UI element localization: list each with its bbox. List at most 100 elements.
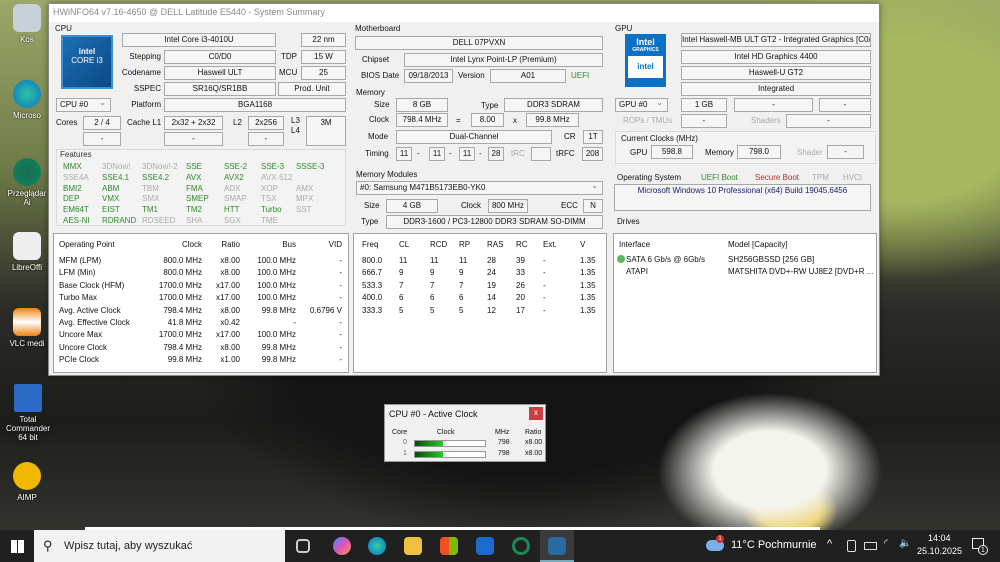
feature-sha: SHA (186, 216, 203, 225)
spd-cell: 1.35 (580, 280, 596, 290)
memory-mode-label: Mode (368, 132, 389, 141)
copilot-icon[interactable] (333, 537, 351, 555)
desktop-icon-recycle-bin[interactable]: Kos (4, 4, 50, 44)
spd-cell: 1.35 (580, 268, 596, 278)
trc-value (531, 147, 551, 161)
volume-icon[interactable]: 🔈 (899, 538, 911, 549)
op-cell: 100.0 MHz (257, 293, 296, 303)
clock-time[interactable]: 14:04 (928, 533, 951, 543)
outlook-icon[interactable] (476, 537, 494, 555)
spd-cell: 5 (459, 305, 464, 315)
stepping-label: Stepping (129, 52, 161, 61)
aimp-icon (13, 462, 41, 490)
op-cell: 0.6796 V (309, 305, 342, 315)
op-header-3[interactable]: Bus (282, 240, 296, 249)
file-explorer-icon[interactable] (404, 537, 422, 555)
microsoft-store-icon[interactable] (440, 537, 458, 555)
spd-header-6[interactable]: Ext. (543, 240, 557, 249)
cores-label: Cores (56, 118, 78, 127)
feature-smep: SMEP (186, 194, 209, 204)
op-cell: x17.00 (215, 330, 240, 340)
spd-cell: 1.35 (580, 305, 596, 315)
spd-header-7[interactable]: V (580, 240, 585, 249)
op-header-4[interactable]: VID (329, 240, 342, 249)
spd-header-5[interactable]: RC (516, 240, 528, 249)
op-header-1[interactable]: Clock (182, 240, 202, 249)
gpu-selector[interactable]: GPU #0 (615, 97, 668, 112)
op-header-2[interactable]: Ratio (221, 240, 240, 249)
feature-mmx: MMX (63, 162, 82, 171)
feature-rdseed: RDSEED (142, 216, 176, 225)
spd-timings-table[interactable]: Freq CL RCD RP RAS RC Ext. V 800.0 11 11 11 28 39 - 1.3… (353, 233, 607, 373)
spd-header-4[interactable]: RAS (487, 240, 503, 249)
op-cell: 41.8 MHz (167, 318, 202, 327)
spd-header-2[interactable]: RCD (430, 240, 447, 249)
spd-header-0[interactable]: Freq (362, 240, 378, 249)
cpu-selector[interactable]: CPU #0 (56, 97, 111, 112)
weather-text[interactable]: 11°C Pochmurnie (731, 539, 817, 551)
clock-bar-fill (415, 452, 443, 457)
module-clock-value: 800 MHz (488, 199, 528, 213)
tdp-value: 15 W (301, 50, 346, 64)
battery-icon[interactable] (864, 542, 877, 550)
feature-fma: FMA (186, 183, 203, 193)
spd-cell: 5 (430, 305, 435, 315)
show-hidden-icons-chevron[interactable]: ^ (827, 538, 832, 550)
desktop-icon-aimp[interactable]: AIMP (4, 462, 50, 502)
drives-table[interactable]: Interface Model [Capacity] SATA 6 Gb/s @ 6… (613, 233, 877, 373)
desktop-icon-libreoffice[interactable]: LibreOffi (4, 232, 50, 272)
feature-tm2: TM2 (186, 205, 202, 215)
drives-header-0[interactable]: Interface (619, 240, 650, 249)
header-clock: Clock (437, 429, 455, 436)
spd-cell: - (543, 280, 546, 290)
operating-point-table[interactable]: Operating Point Clock Ratio Bus VID MFM (LPM)… (53, 233, 349, 373)
clock-date[interactable]: 25.10.2025 (917, 546, 962, 556)
op-cell: 1700.0 MHz (158, 330, 202, 340)
spd-header-1[interactable]: CL (399, 240, 409, 249)
desktop-icon-vlc[interactable]: VLC medi (4, 308, 50, 348)
windows-start-icon[interactable] (11, 540, 24, 553)
op-cell: 800.0 MHz (163, 268, 202, 278)
os-name: Microsoft Windows 10 Professional (x64) … (614, 184, 871, 211)
task-view-icon[interactable] (296, 539, 310, 553)
os-section-label: Operating System (617, 173, 682, 182)
gpu-type: Integrated (681, 82, 871, 96)
gpu-clock-label: GPU (630, 148, 648, 157)
spd-cell: 533.3 (362, 280, 383, 290)
shaders-value: - (786, 114, 871, 128)
hwinfo-taskbar-button[interactable] (540, 530, 574, 562)
op-cell: 798.4 MHz (163, 342, 202, 352)
hvci-badge: HVCI (843, 173, 863, 182)
spd-header-3[interactable]: RP (459, 240, 470, 249)
gpu-memory-clock-label: Memory (705, 148, 734, 157)
op-header-0[interactable]: Operating Point (59, 240, 115, 249)
icon-label: Total Commander (5, 415, 50, 433)
spd-cell: 11 (399, 256, 408, 265)
memory-modules-label: Memory Modules (356, 170, 418, 179)
desktop-icon-total-commander[interactable]: Total Commander 64 bit (2, 384, 54, 442)
op-cell: Base Clock (HFM) (59, 280, 125, 290)
op-cell: 800.0 MHz (163, 256, 202, 265)
spd-cell: 17 (516, 305, 525, 315)
wifi-icon[interactable]: ◜ (884, 538, 888, 549)
green-app-icon[interactable] (512, 537, 530, 555)
close-button[interactable]: x (529, 407, 543, 420)
edge-taskbar-icon[interactable] (368, 537, 386, 555)
memory-type-value: DDR3 SDRAM (504, 98, 603, 112)
search-box[interactable]: ⚲ Wpisz tutaj, aby wyszukać (34, 530, 285, 562)
desktop-icon-ai-browser[interactable]: Przeglądar Ai (4, 158, 50, 207)
icon-label: AIMP (17, 493, 37, 502)
cpu-section-label: CPU (55, 24, 72, 33)
spd-cell: 20 (516, 293, 525, 303)
window-title[interactable]: HWiNFO64 v7.16-4650 @ DELL Latitude E544… (49, 4, 879, 22)
op-cell: - (339, 256, 342, 265)
gpu-field-2: - (819, 98, 871, 112)
times-sign: x (513, 116, 517, 125)
camera-icon[interactable] (847, 540, 856, 552)
spd-cell: 7 (459, 280, 464, 290)
memory-module-selector[interactable]: #0: Samsung M471B5173EB0-YK0 (356, 180, 603, 195)
drives-header-1[interactable]: Model [Capacity] (728, 240, 788, 249)
mini-window-title[interactable]: CPU #0 - Active Clock (389, 409, 478, 419)
spd-cell: 39 (516, 256, 525, 265)
desktop-icon-edge[interactable]: Microso (4, 80, 50, 120)
